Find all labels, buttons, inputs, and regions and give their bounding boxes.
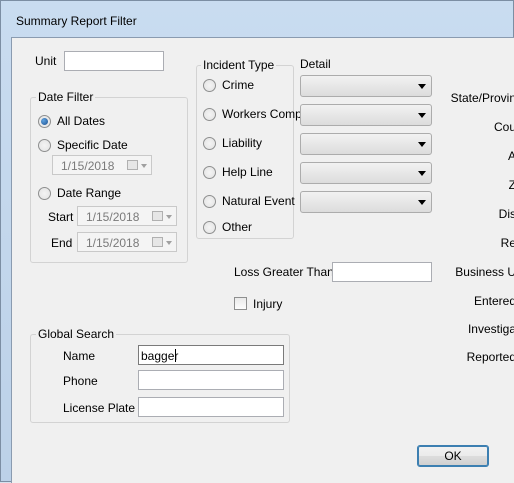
- end-label: End: [51, 236, 73, 250]
- global-search-legend: Global Search: [36, 327, 117, 341]
- unit-label: Unit: [35, 54, 57, 68]
- chevron-down-icon: [418, 84, 426, 89]
- chevron-down-icon: [418, 142, 426, 147]
- detail-help-line-select[interactable]: [300, 162, 432, 184]
- date-filter-legend: Date Filter: [36, 90, 96, 104]
- start-label: Start: [48, 210, 74, 224]
- calendar-icon: [152, 237, 163, 247]
- specific-date-radio[interactable]: [38, 139, 51, 152]
- district-label: Dis: [498, 207, 514, 221]
- incident-natural-event-radio[interactable]: [203, 195, 216, 208]
- incident-other-radio[interactable]: [203, 221, 216, 234]
- all-dates-radio[interactable]: [38, 115, 51, 128]
- investigator-label: Investiga: [467, 322, 514, 336]
- title-bar: Summary Report Filter: [1, 1, 514, 37]
- unit-input[interactable]: [64, 51, 164, 71]
- business-unit-label: Business U: [455, 265, 514, 279]
- incident-natural-event-label: Natural Event: [222, 194, 295, 208]
- license-plate-label: License Plate: [63, 401, 136, 415]
- phone-input[interactable]: [138, 370, 284, 390]
- name-label: Name: [63, 349, 96, 363]
- county-label: Cou: [493, 120, 514, 134]
- ok-button[interactable]: OK: [417, 445, 489, 467]
- injury-checkbox[interactable]: [234, 297, 247, 310]
- incident-crime-radio[interactable]: [203, 79, 216, 92]
- incident-liability-radio[interactable]: [203, 137, 216, 150]
- start-date-value: 1/15/2018: [86, 210, 140, 224]
- calendar-icon: [152, 211, 163, 221]
- zip-label: Z: [508, 178, 514, 192]
- detail-liability-select[interactable]: [300, 133, 432, 155]
- entered-by-label: Entered: [473, 294, 514, 308]
- license-plate-input[interactable]: [138, 397, 284, 417]
- chevron-down-icon: [418, 171, 426, 176]
- loss-greater-than-label: Loss Greater Than: [234, 265, 334, 279]
- incident-help-line-label: Help Line: [222, 165, 273, 179]
- detail-workers-comp-select[interactable]: [300, 104, 432, 126]
- date-range-radio[interactable]: [38, 187, 51, 200]
- detail-label: Detail: [300, 57, 331, 71]
- injury-label: Injury: [253, 297, 283, 311]
- incident-workers-comp-radio[interactable]: [203, 108, 216, 121]
- summary-report-filter-window: Summary Report Filter Unit Date Filter A…: [0, 0, 514, 483]
- incident-workers-comp-label: Workers Comp: [222, 107, 302, 121]
- chevron-down-icon: [141, 164, 147, 168]
- date-range-label: Date Range: [57, 186, 122, 200]
- address-label: A: [507, 149, 514, 163]
- window-title: Summary Report Filter: [16, 14, 137, 28]
- end-date-value: 1/15/2018: [86, 236, 140, 250]
- detail-natural-event-select[interactable]: [300, 191, 432, 213]
- specific-date-label: Specific Date: [57, 138, 128, 152]
- specific-date-picker[interactable]: 1/15/2018: [52, 155, 152, 175]
- incident-liability-label: Liability: [222, 136, 263, 150]
- all-dates-label: All Dates: [57, 114, 106, 128]
- calendar-icon: [127, 160, 138, 170]
- loss-greater-than-input[interactable]: [332, 262, 432, 282]
- incident-type-legend: Incident Type: [201, 58, 277, 72]
- incident-other-label: Other: [222, 220, 253, 234]
- dialog-client-area: Unit Date Filter All Dates Specific Date…: [11, 37, 514, 483]
- state-province-label: State/Provin: [450, 91, 514, 105]
- chevron-down-icon: [166, 215, 172, 219]
- chevron-down-icon: [166, 241, 172, 245]
- specific-date-value: 1/15/2018: [61, 159, 115, 173]
- text-caret: [175, 349, 176, 362]
- region-label: Re: [500, 236, 514, 250]
- chevron-down-icon: [418, 113, 426, 118]
- incident-crime-label: Crime: [222, 78, 254, 92]
- name-input[interactable]: bagger: [138, 345, 284, 365]
- start-date-picker[interactable]: 1/15/2018: [77, 206, 177, 226]
- phone-label: Phone: [63, 374, 98, 388]
- detail-crime-select[interactable]: [300, 75, 432, 97]
- chevron-down-icon: [418, 200, 426, 205]
- reported-by-label: Reported: [466, 350, 514, 364]
- incident-help-line-radio[interactable]: [203, 166, 216, 179]
- name-value: bagger: [141, 349, 179, 363]
- end-date-picker[interactable]: 1/15/2018: [77, 232, 177, 252]
